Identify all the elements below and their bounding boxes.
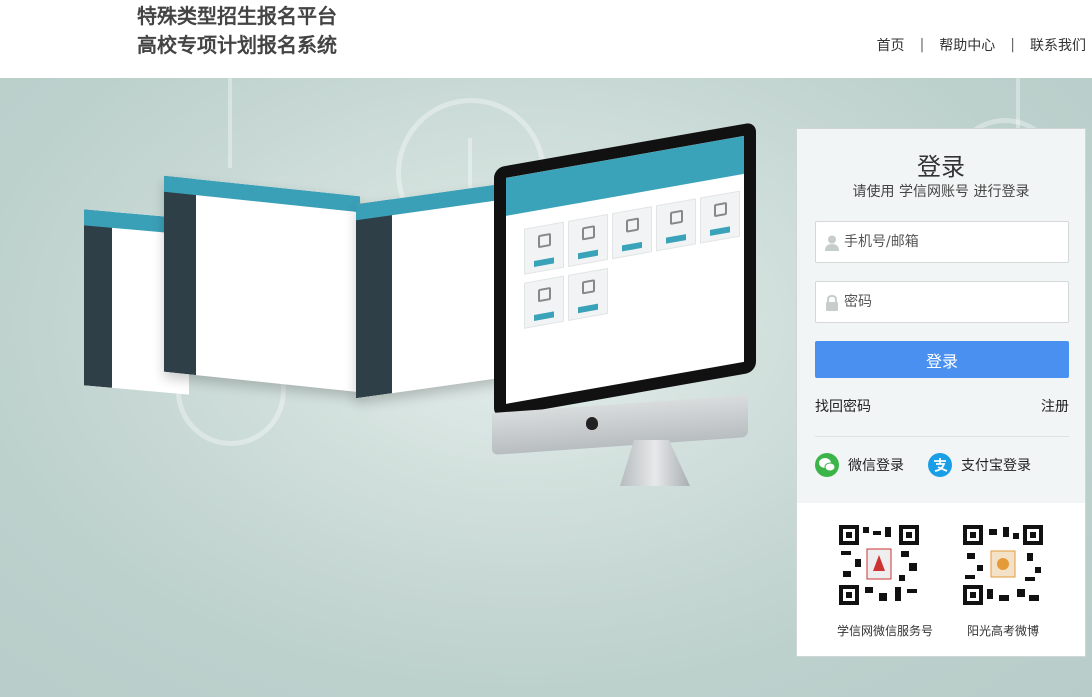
alipay-login-label: 支付宝登录 [961,458,1031,474]
register-link[interactable]: 注册 [1041,396,1069,416]
divider [815,436,1069,437]
nav-help-center[interactable]: 帮助中心 [939,35,995,55]
login-card: 登录 请使用 学信网账号 进行登录 登录 找回密码 注册 微信登录 [796,128,1086,657]
password-input[interactable] [844,282,1064,322]
site-header: 特殊类型招生报名平台 高校专项计划报名系统 首页 | 帮助中心 | 联系我们 [0,0,1092,78]
site-title-line1: 特殊类型招生报名平台 [137,4,337,28]
wechat-login-label: 微信登录 [848,458,904,474]
lock-icon [826,295,838,311]
nav-home[interactable]: 首页 [877,35,905,55]
bg-clock-decoration [228,78,232,168]
qr-block-weibo: 阳光高考微博 [961,525,1045,639]
username-field[interactable] [815,221,1069,263]
apple-logo-icon [586,417,598,430]
password-field[interactable] [815,281,1069,323]
preview-panel-middle [164,175,360,393]
alipay-icon [928,453,952,477]
bg-clock-decoration [468,138,472,188]
qr-block-wechat: 学信网微信服务号 [837,525,934,639]
nav-separator: | [1010,37,1015,53]
qr-code-icon [839,525,919,605]
forgot-password-link[interactable]: 找回密码 [815,396,871,416]
preview-panel-right [356,183,502,399]
user-icon [825,235,839,251]
login-subtitle: 请使用 学信网账号 进行登录 [852,184,1030,200]
login-button[interactable]: 登录 [815,341,1069,378]
top-nav: 首页 | 帮助中心 | 联系我们 [877,35,1086,55]
alipay-login-button[interactable]: 支付宝登录 [928,453,1031,477]
wechat-login-button[interactable]: 微信登录 [815,453,904,477]
monitor-illustration [494,121,756,418]
nav-separator: | [919,37,925,53]
qr-label-wechat: 学信网微信服务号 [837,624,934,638]
qr-label-weibo: 阳光高考微博 [966,624,1039,638]
site-title: 特殊类型招生报名平台 高校专项计划报名系统 [137,2,337,60]
nav-contact-us[interactable]: 联系我们 [1030,35,1086,55]
qr-code-icon [963,525,1043,605]
wechat-icon [815,453,839,477]
site-title-line2: 高校专项计划报名系统 [137,33,337,57]
login-title: 登录 [917,153,965,181]
username-input[interactable] [844,222,1064,262]
